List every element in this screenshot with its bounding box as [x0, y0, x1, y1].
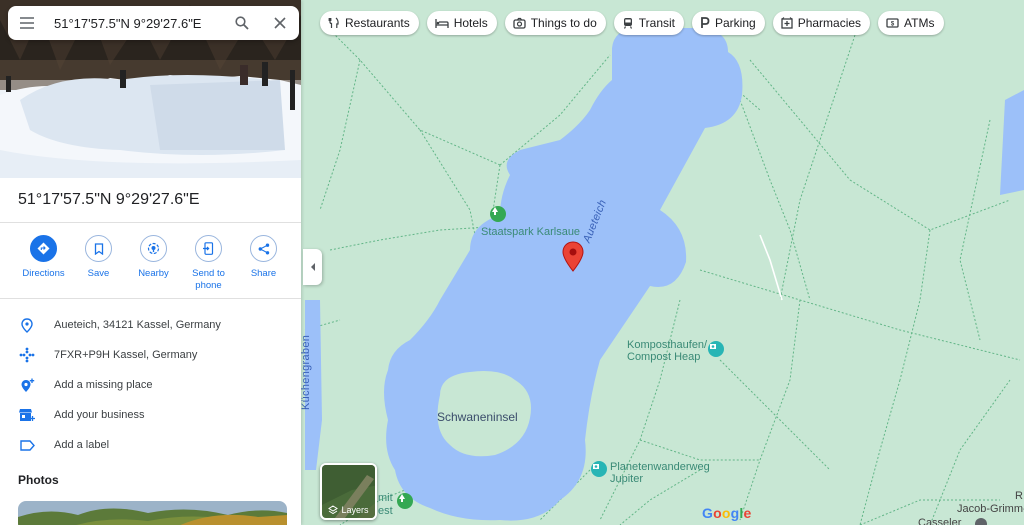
close-button[interactable]: [261, 6, 299, 40]
compost-label[interactable]: Komposthaufen/ Compost Heap: [627, 339, 707, 363]
layers-label: Layers: [322, 505, 375, 515]
pharmacy-icon: [781, 17, 793, 29]
share-button[interactable]: Share: [236, 235, 291, 292]
close-icon: [274, 17, 286, 29]
planet-poi-icon[interactable]: [591, 461, 607, 477]
train-icon: [623, 18, 632, 29]
search-button[interactable]: [223, 6, 261, 40]
chip-pharmacies[interactable]: Pharmacies: [772, 11, 871, 35]
street-label-2: Casseler: [918, 517, 962, 525]
red-pin-icon: [562, 241, 584, 272]
partial-label-1: mit: [378, 492, 393, 504]
chip-label: Restaurants: [345, 16, 410, 30]
directions-button[interactable]: Directions: [16, 235, 71, 292]
save-button[interactable]: Save: [71, 235, 126, 292]
photos-heading: Photos: [18, 473, 59, 487]
add-missing-place-row[interactable]: Add a missing place: [18, 375, 152, 395]
directions-icon: [37, 242, 50, 255]
plus-code-icon: [19, 347, 35, 363]
chip-label: Things to do: [530, 16, 597, 30]
island-label[interactable]: Schwaneninsel: [437, 410, 518, 424]
fork-knife-icon: [328, 17, 339, 28]
layers-button[interactable]: Layers: [320, 463, 377, 520]
chip-label: Parking: [715, 16, 756, 30]
chip-parking[interactable]: Parking: [692, 11, 765, 35]
add-place-icon: [21, 378, 34, 392]
layers-icon: [328, 505, 339, 515]
place-hero-photo[interactable]: 51°17'57.5"N 9°29'27.6"E: [0, 0, 301, 178]
location-pin-icon: [21, 317, 33, 333]
action-buttons: Directions Save Nearby Send to phone Sha…: [16, 235, 291, 292]
park-label[interactable]: Staatspark Karlsaue: [481, 226, 580, 238]
chip-hotels[interactable]: Hotels: [426, 11, 497, 35]
partial-label-2: est: [378, 505, 393, 517]
label-icon: [19, 439, 35, 451]
chip-atms[interactable]: $ ATMs: [878, 11, 944, 35]
place-title: 51°17'57.5"N 9°29'27.6"E: [18, 191, 200, 208]
compost-poi-icon[interactable]: [708, 341, 724, 357]
camera-icon: [513, 17, 526, 29]
chip-label: Transit: [638, 16, 675, 30]
search-input[interactable]: 51°17'57.5"N 9°29'27.6"E: [46, 16, 223, 31]
chip-label: ATMs: [904, 16, 935, 30]
share-icon: [258, 243, 269, 254]
street-label-3: R: [1015, 490, 1023, 502]
divider: [0, 222, 301, 223]
place-side-panel: 51°17'57.5"N 9°29'27.6"E 51°17'57.5"N 9°…: [0, 0, 301, 525]
atm-icon: $: [886, 18, 899, 28]
collapse-panel-button[interactable]: [303, 249, 322, 285]
photo-thumbnail[interactable]: [18, 501, 287, 525]
bookmark-icon: [94, 242, 103, 255]
parking-icon: [701, 17, 710, 28]
send-to-phone-button[interactable]: Send to phone: [181, 235, 236, 292]
park-poi-icon-2[interactable]: [397, 493, 413, 509]
add-label-row[interactable]: Add a label: [18, 435, 109, 455]
park-poi-icon[interactable]: [490, 206, 506, 222]
chip-transit[interactable]: Transit: [613, 11, 684, 35]
park-photo: [18, 501, 287, 525]
address-row[interactable]: Aueteich, 34121 Kassel, Germany: [18, 315, 221, 335]
send-to-phone-icon: [203, 242, 214, 255]
transit-stop-icon[interactable]: [975, 518, 987, 525]
add-business-row[interactable]: Add your business: [18, 405, 145, 425]
nearby-icon: [147, 242, 160, 255]
chip-label: Pharmacies: [797, 16, 862, 30]
menu-button[interactable]: [8, 6, 46, 40]
chip-restaurants[interactable]: Restaurants: [320, 11, 419, 35]
bed-icon: [435, 19, 449, 28]
chevron-left-icon: [310, 263, 315, 271]
hamburger-menu-icon: [20, 17, 34, 29]
chip-things-to-do[interactable]: Things to do: [504, 11, 606, 35]
nearby-button[interactable]: Nearby: [126, 235, 181, 292]
chip-label: Hotels: [453, 16, 488, 30]
google-logo: Google: [702, 505, 752, 521]
category-chips: Restaurants Hotels Things to do Transit …: [320, 11, 944, 35]
plus-code-row[interactable]: 7FXR+P9H Kassel, Germany: [18, 345, 197, 365]
maps-app: Staatspark Karlsaue Aueteich Schwanenins…: [0, 0, 1024, 525]
planet-trail-label[interactable]: Planetenwanderweg Jupiter: [610, 461, 710, 485]
search-icon: [235, 16, 249, 30]
divider: [0, 298, 301, 299]
street-label: Jacob-Grimm-: [957, 503, 1024, 515]
canal-label: Küchengraben: [300, 334, 312, 410]
add-business-icon: [19, 409, 35, 421]
search-box[interactable]: 51°17'57.5"N 9°29'27.6"E: [8, 6, 299, 40]
